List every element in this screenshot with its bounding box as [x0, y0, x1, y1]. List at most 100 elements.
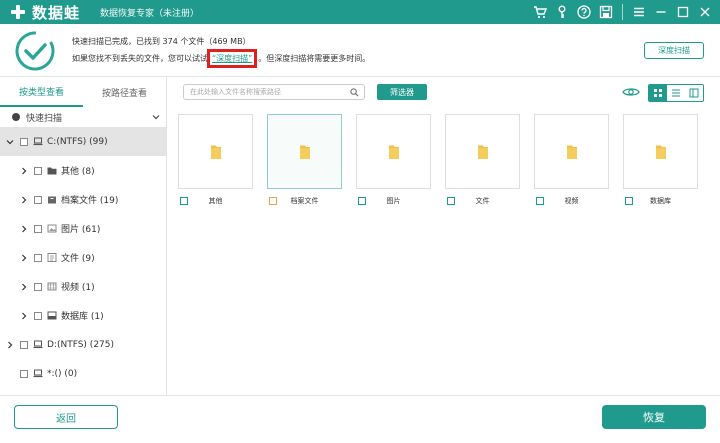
chevron-right-icon[interactable]: [20, 312, 28, 320]
card-label: 档案文件: [290, 197, 319, 205]
card-label: 视频: [564, 197, 579, 205]
chevron-down-icon[interactable]: [6, 138, 14, 146]
scan-type-dropdown[interactable]: 快速扫描: [0, 107, 166, 127]
card-thumbnail[interactable]: [267, 114, 342, 189]
file-type-card[interactable]: 档案文件: [267, 114, 342, 207]
tree-item[interactable]: 图片 (61): [0, 214, 166, 243]
tab-by-type[interactable]: 按类型查看: [0, 77, 83, 107]
deep-scan-button[interactable]: 深度扫描: [644, 42, 704, 59]
search-icon[interactable]: [350, 88, 359, 97]
minimize-icon[interactable]: [652, 3, 670, 21]
drive-icon: [33, 137, 43, 146]
window-controls: [531, 3, 714, 21]
card-thumbnail[interactable]: [445, 114, 520, 189]
scan-summary: 快速扫描已完成，已找到 374 个文件（469 MB）: [72, 37, 251, 46]
chevron-down-icon: [152, 115, 160, 120]
grid-icon: [654, 89, 662, 97]
chevron-right-icon[interactable]: [6, 341, 14, 349]
back-button[interactable]: 返回: [14, 405, 118, 429]
search-placeholder: 在此处输入文件名称搜索路径: [190, 88, 281, 96]
filter-button[interactable]: 筛选器: [377, 84, 427, 100]
eye-icon[interactable]: [622, 86, 640, 98]
tree-item-label: 其他 (8): [61, 167, 95, 177]
cart-icon[interactable]: [531, 3, 549, 21]
chevron-right-icon[interactable]: [20, 254, 28, 262]
card-thumbnail[interactable]: [356, 114, 431, 189]
file-type-card[interactable]: 数据库: [623, 114, 698, 207]
save-icon[interactable]: [597, 3, 615, 21]
video-icon: [47, 282, 57, 291]
menu-icon[interactable]: [630, 3, 648, 21]
folder-icon: [299, 145, 310, 159]
app-subtitle: 数据恢复专家（未注册）: [100, 8, 200, 19]
tree-checkbox[interactable]: [20, 369, 28, 378]
document-icon: [47, 253, 57, 262]
tree-item[interactable]: *:() (0): [0, 359, 166, 388]
tab-by-path[interactable]: 按路径查看: [83, 77, 166, 107]
detail-view-button[interactable]: [685, 85, 703, 101]
brand-name: 数据蛙: [32, 3, 81, 22]
tree-checkbox[interactable]: [34, 311, 42, 320]
scan-mode-dot-icon: [12, 113, 20, 121]
list-view-button[interactable]: [667, 85, 685, 101]
deep-scan-hint: 如果您找不到丢失的文件，您可以试试 “深度扫描” 。但深度扫描将需要更多时间。: [72, 49, 370, 68]
tree-checkbox[interactable]: [34, 224, 42, 233]
file-type-card[interactable]: 图片: [356, 114, 431, 207]
brand: 数据蛙: [10, 2, 80, 23]
folder-icon: [477, 145, 488, 159]
tree-checkbox[interactable]: [34, 195, 42, 204]
view-mode-switch: [648, 84, 704, 102]
grid-view-button[interactable]: [649, 85, 667, 101]
tree-item-label: 视频 (1): [61, 283, 95, 293]
tree-item[interactable]: D:(NTFS) (275): [0, 330, 166, 359]
tree-item[interactable]: 数据库 (1): [0, 301, 166, 330]
search-input[interactable]: 在此处输入文件名称搜索路径: [183, 84, 365, 100]
tree-item[interactable]: 文件 (9): [0, 243, 166, 272]
file-type-card[interactable]: 其他: [178, 114, 253, 207]
card-label-row: 文件: [445, 195, 520, 207]
deep-scan-link[interactable]: “深度扫描”: [206, 49, 258, 68]
list-icon: [672, 89, 680, 97]
chevron-right-icon[interactable]: [20, 167, 28, 175]
tree-checkbox[interactable]: [34, 253, 42, 262]
file-type-card[interactable]: 视频: [534, 114, 609, 207]
file-type-card[interactable]: 文件: [445, 114, 520, 207]
tree-item-label: 图片 (61): [61, 225, 101, 235]
card-thumbnail[interactable]: [534, 114, 609, 189]
tree-item[interactable]: 档案文件 (19): [0, 185, 166, 214]
tree-checkbox[interactable]: [20, 340, 28, 349]
sidebar: 按类型查看 按路径查看 快速扫描 C:(NTFS) (99) 其他 (8) 档案文件…: [0, 77, 167, 395]
file-tree: C:(NTFS) (99) 其他 (8) 档案文件 (19) 图片 (61) 文件 (9…: [0, 127, 166, 388]
archive-icon: [47, 195, 57, 204]
tree-item[interactable]: C:(NTFS) (99): [0, 127, 166, 156]
tree-item-label: 文件 (9): [61, 254, 95, 264]
chevron-right-icon[interactable]: [20, 225, 28, 233]
tree-item[interactable]: 视频 (1): [0, 272, 166, 301]
view-tabs: 按类型查看 按路径查看: [0, 77, 166, 107]
tree-checkbox[interactable]: [20, 137, 28, 146]
chevron-right-icon[interactable]: [20, 283, 28, 291]
card-label-row: 图片: [356, 195, 431, 207]
help-icon[interactable]: [575, 3, 593, 21]
tree-item-label: D:(NTFS) (275): [47, 339, 115, 350]
chevron-right-icon[interactable]: [20, 196, 28, 204]
card-label: 其他: [208, 197, 223, 205]
folder-icon: [566, 145, 577, 159]
card-label-row: 档案文件: [267, 195, 342, 207]
card-thumbnail[interactable]: [623, 114, 698, 189]
card-thumbnail[interactable]: [178, 114, 253, 189]
scan-type-label: 快速扫描: [26, 113, 63, 124]
recover-button[interactable]: 恢复: [602, 405, 706, 429]
tree-checkbox[interactable]: [34, 166, 42, 175]
key-icon[interactable]: [553, 3, 571, 21]
card-label: 数据库: [650, 197, 671, 205]
maximize-icon[interactable]: [674, 3, 692, 21]
close-icon[interactable]: [696, 3, 714, 21]
tree-checkbox[interactable]: [34, 282, 42, 291]
plus-logo-icon: [10, 4, 26, 20]
toolbar: 在此处输入文件名称搜索路径 筛选器: [175, 83, 715, 103]
image-icon: [47, 224, 57, 233]
tree-item[interactable]: 其他 (8): [0, 156, 166, 185]
card-label: 文件: [475, 197, 490, 205]
folder-icon: [47, 166, 57, 175]
